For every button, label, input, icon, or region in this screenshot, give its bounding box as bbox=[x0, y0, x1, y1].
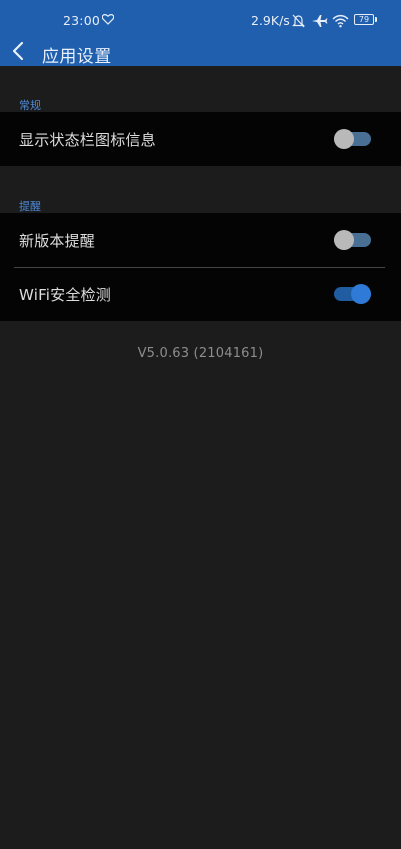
heart-icon bbox=[102, 14, 114, 25]
page-title: 应用设置 bbox=[42, 47, 112, 67]
status-bar: 23:00 2.9K/s 79 bbox=[0, 0, 401, 38]
toggle-thumb bbox=[334, 230, 354, 250]
setting-row-statusbar-icon-info[interactable]: 显示状态栏图标信息 bbox=[0, 112, 401, 166]
battery-tip bbox=[375, 17, 377, 22]
battery-level: 79 bbox=[358, 15, 370, 24]
setting-row-wifi-security-check[interactable]: WiFi安全检测 bbox=[0, 267, 401, 321]
wifi-security-check-toggle[interactable] bbox=[334, 284, 371, 304]
toggle-thumb bbox=[334, 129, 354, 149]
status-time: 23:00 bbox=[63, 13, 101, 28]
setting-label: 显示状态栏图标信息 bbox=[19, 131, 156, 149]
setting-label: WiFi安全检测 bbox=[19, 286, 111, 304]
top-bar: 23:00 2.9K/s 79 应用设置 bbox=[0, 0, 401, 67]
setting-row-new-version-reminder[interactable]: 新版本提醒 bbox=[0, 213, 401, 267]
battery-icon: 79 bbox=[354, 14, 374, 25]
airplane-icon bbox=[312, 15, 328, 27]
general-panel: 显示状态栏图标信息 bbox=[0, 112, 401, 166]
app-version: V5.0.63 (2104161) bbox=[137, 346, 264, 361]
bell-off-icon bbox=[292, 14, 305, 28]
new-version-reminder-toggle[interactable] bbox=[334, 230, 371, 250]
statusbar-icon-info-toggle[interactable] bbox=[334, 129, 371, 149]
wifi-icon bbox=[332, 14, 349, 28]
section-title-general: 常规 bbox=[19, 99, 41, 112]
section-title-reminders: 提醒 bbox=[19, 200, 41, 213]
chevron-left-icon[interactable] bbox=[8, 37, 30, 65]
toggle-thumb bbox=[351, 284, 371, 304]
setting-label: 新版本提醒 bbox=[19, 232, 96, 250]
reminders-panel: 新版本提醒 WiFi安全检测 bbox=[0, 213, 401, 321]
network-speed: 2.9K/s bbox=[251, 13, 290, 28]
